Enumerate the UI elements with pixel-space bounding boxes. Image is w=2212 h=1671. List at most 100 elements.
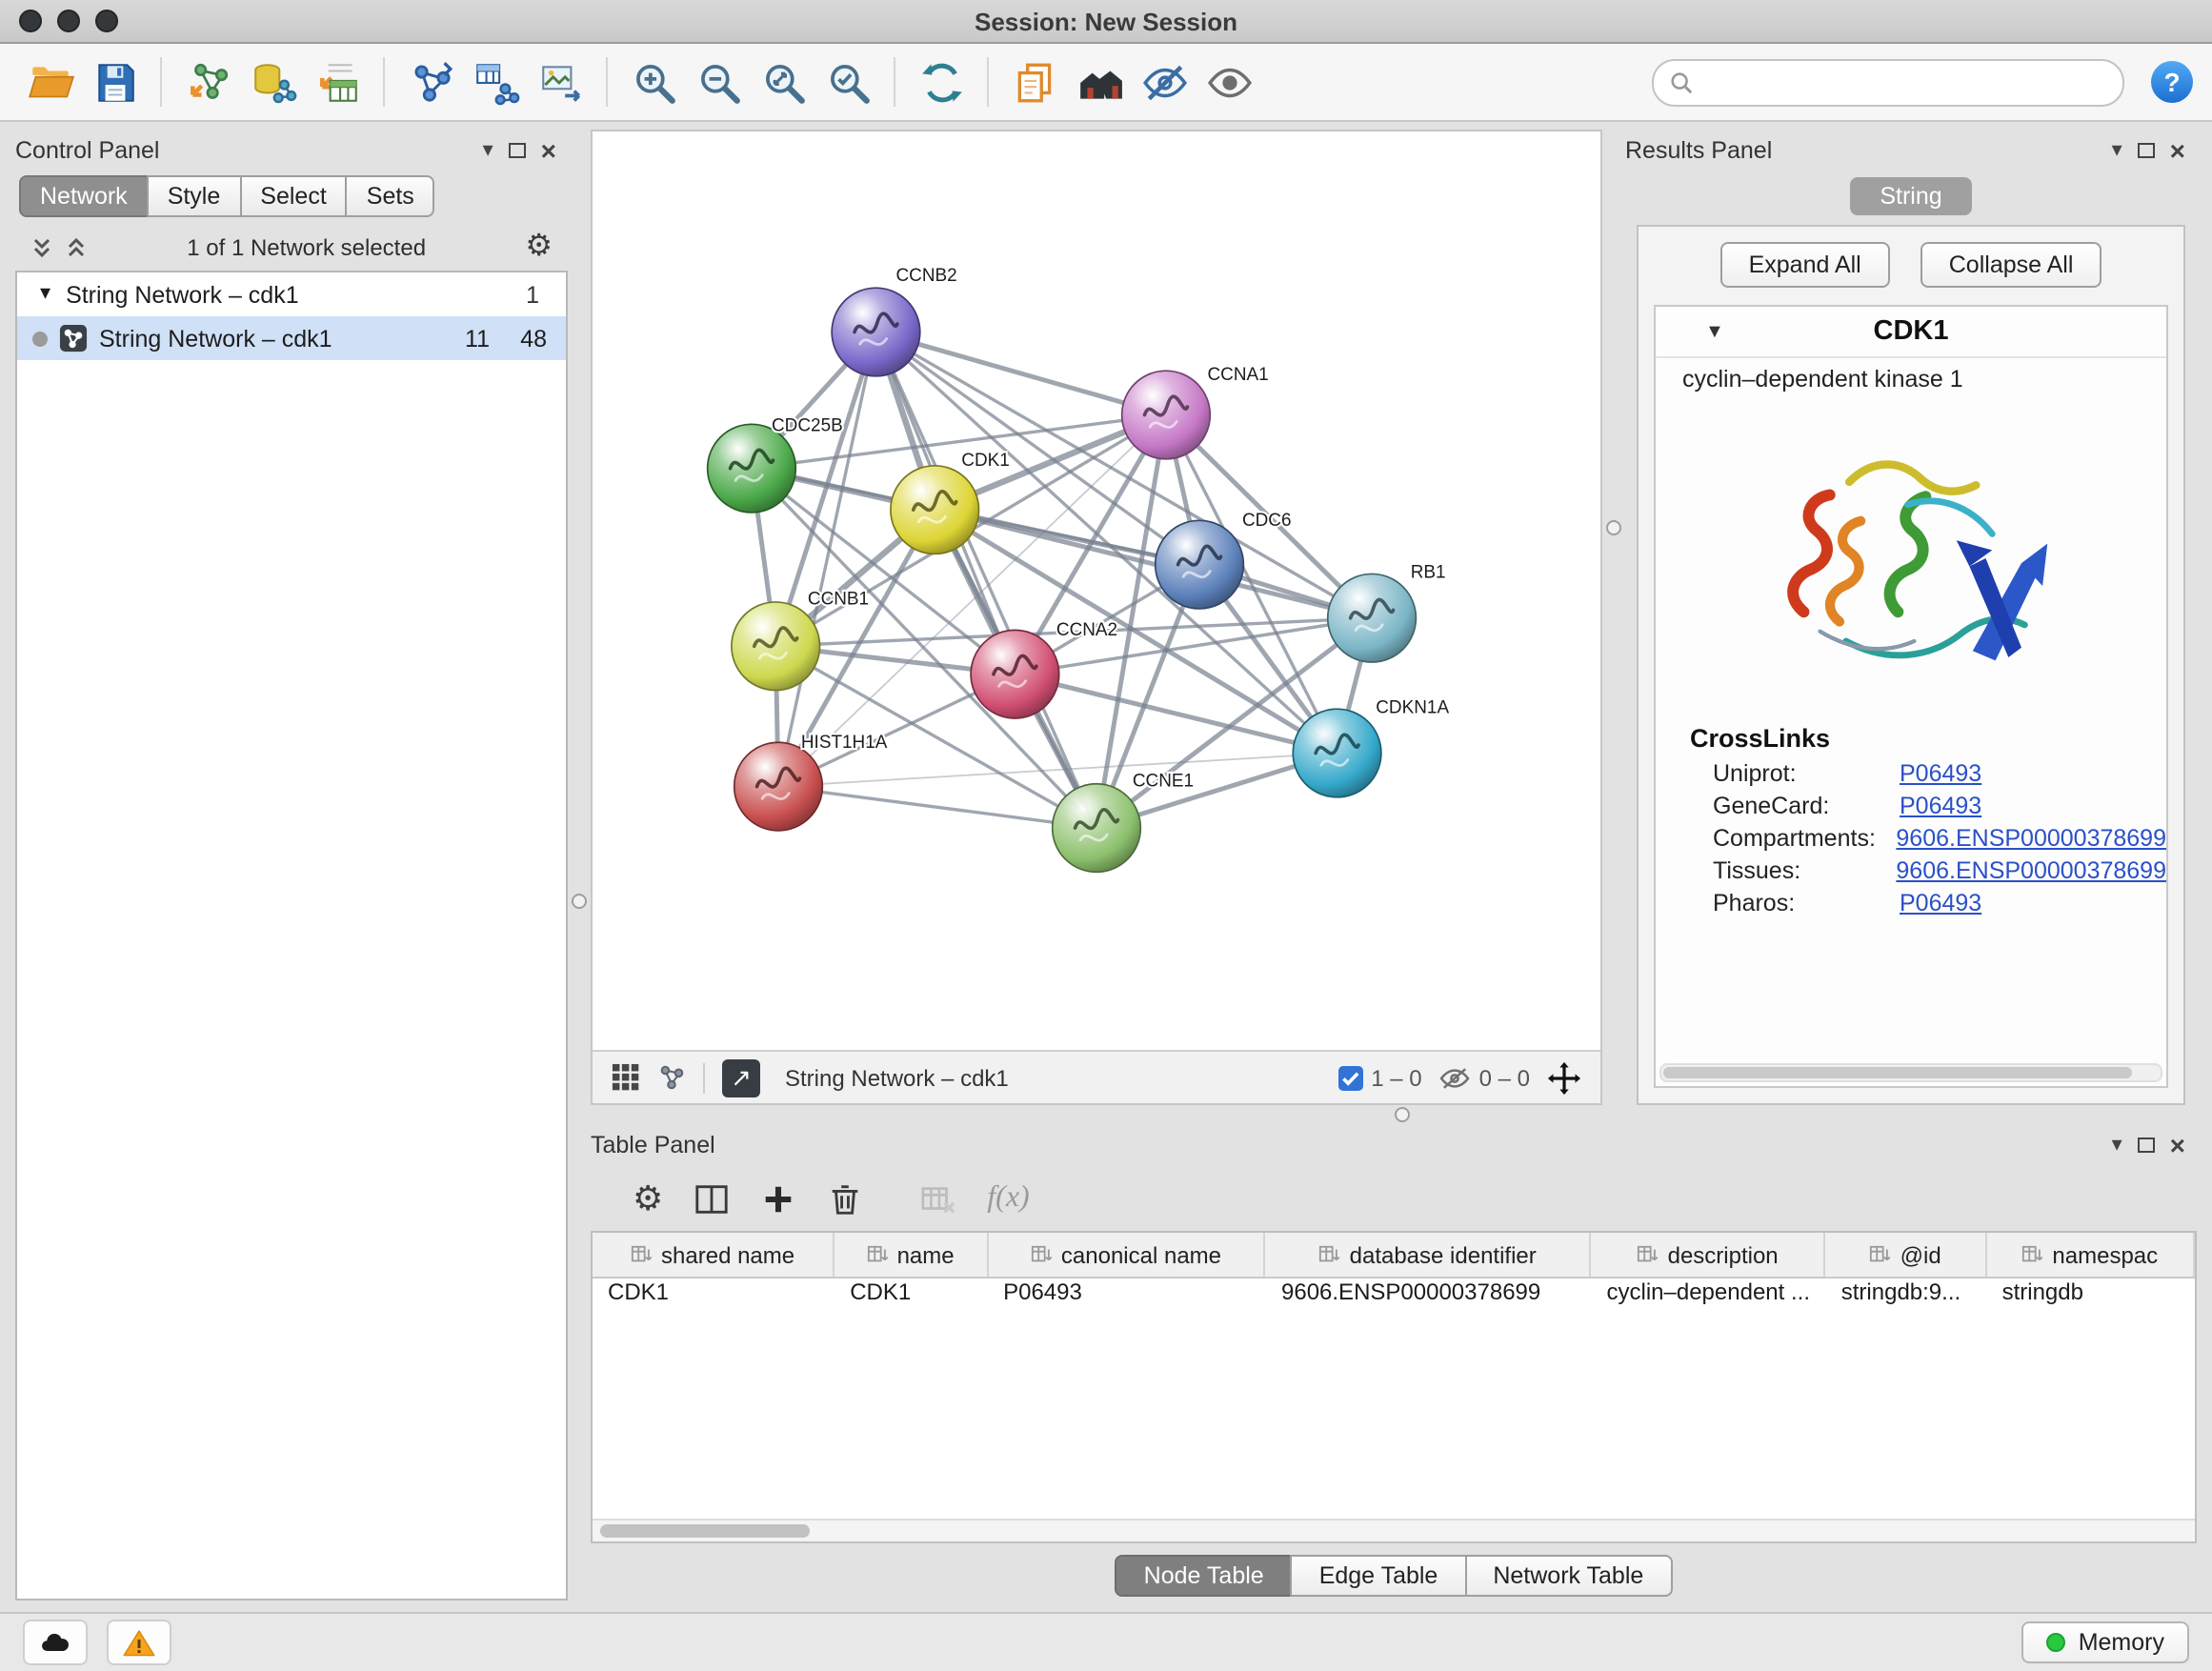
crosslink-genecard-link[interactable]: P06493 — [1900, 792, 1981, 818]
collapse-all-icon[interactable] — [65, 236, 88, 259]
splitter-handle[interactable] — [1394, 1107, 1409, 1122]
column-header-canonical-name[interactable]: canonical name — [988, 1233, 1266, 1277]
clone-network-button[interactable] — [465, 51, 526, 112]
expand-all-icon[interactable] — [30, 236, 53, 259]
hide-panels-button[interactable] — [1134, 51, 1195, 112]
table-horizontal-scrollbar[interactable] — [593, 1519, 2195, 1541]
node-CCNB2[interactable]: CCNB2 — [832, 266, 957, 376]
node-CDK1[interactable]: CDK1 — [891, 451, 1010, 554]
crosslink-uniprot-link[interactable]: P06493 — [1900, 759, 1981, 786]
network-canvas[interactable]: CCNB2CCNA1CDC25BCDK1CDC6RB1CCNB1CCNA2CDK… — [593, 131, 1600, 1050]
open-in-window-button[interactable]: ↗ — [722, 1058, 760, 1097]
splitter-handle[interactable] — [1606, 520, 1621, 535]
save-session-button[interactable] — [84, 51, 145, 112]
column-header-shared-name[interactable]: shared name — [593, 1233, 835, 1277]
network-graph[interactable]: CCNB2CCNA1CDC25BCDK1CDC6RB1CCNB1CCNA2CDK… — [593, 131, 1600, 1050]
open-session-button[interactable] — [19, 51, 80, 112]
edge-CCNB2-HIST1H1A[interactable] — [778, 332, 875, 786]
zoom-in-button[interactable] — [623, 51, 684, 112]
zoom-selected-button[interactable] — [817, 51, 878, 112]
session-home-button[interactable] — [1069, 51, 1130, 112]
column-header-database-identifier[interactable]: database identifier — [1266, 1233, 1592, 1277]
table-row[interactable]: CDK1CDK1P064939606.ENSP00000378699cyclin… — [593, 1278, 2195, 1305]
refresh-button[interactable] — [911, 51, 972, 112]
delete-table-icon-disabled — [920, 1180, 956, 1217]
column-header--id[interactable]: @id — [1826, 1233, 1987, 1277]
network-from-selection-button[interactable] — [400, 51, 461, 112]
crosslink-tissues-link[interactable]: 9606.ENSP00000378699 — [1896, 856, 2166, 883]
expand-all-button[interactable]: Expand All — [1720, 242, 1890, 288]
entry-collapse-icon[interactable]: ▼ — [1705, 321, 1724, 342]
network-overview-icon[interactable] — [657, 1063, 686, 1092]
tree-expander-icon[interactable]: ▾ — [40, 284, 50, 305]
panel-float-icon[interactable] — [2138, 143, 2155, 158]
scrollbar-thumb[interactable] — [1663, 1067, 2133, 1078]
column-header-name[interactable]: name — [835, 1233, 988, 1277]
edge-CCNB2-CCNE1[interactable] — [875, 332, 1096, 828]
entry-header[interactable]: ▼ CDK1 — [1656, 307, 2166, 358]
panel-menu-caret-icon[interactable]: ▾ — [483, 140, 493, 161]
zoom-out-button[interactable] — [688, 51, 749, 112]
edge-CCNE1-HIST1H1A[interactable] — [778, 787, 1096, 828]
warnings-button[interactable] — [107, 1620, 171, 1665]
node-CCNA1[interactable]: CCNA1 — [1122, 365, 1269, 459]
left-splitter[interactable] — [568, 130, 591, 1601]
zoom-fit-button[interactable] — [753, 51, 814, 112]
panel-float-icon[interactable] — [2138, 1137, 2155, 1153]
selected-counts: 1 – 0 — [1337, 1064, 1421, 1091]
cloud-button[interactable] — [23, 1620, 88, 1665]
scrollbar-thumb[interactable] — [600, 1524, 810, 1538]
help-button[interactable]: ? — [2151, 61, 2193, 103]
tab-sets[interactable]: Sets — [346, 175, 435, 217]
column-header-description[interactable]: description — [1592, 1233, 1826, 1277]
open-folder-icon — [26, 58, 73, 106]
column-header-namespac[interactable]: namespac — [1987, 1233, 2195, 1277]
tab-style[interactable]: Style — [147, 175, 242, 217]
network-collection-row[interactable]: ▾ String Network – cdk1 1 — [17, 272, 566, 316]
tab-network[interactable]: Network — [19, 175, 149, 217]
tab-node-table[interactable]: Node Table — [1116, 1554, 1293, 1596]
minimize-window-button[interactable] — [57, 10, 80, 32]
duplicate-window-button[interactable] — [1004, 51, 1065, 112]
import-table-button[interactable] — [307, 51, 368, 112]
network-row-selected[interactable]: String Network – cdk1 11 48 — [17, 316, 566, 360]
table-settings-gear-icon[interactable]: ⚙ — [633, 1181, 663, 1216]
crosslink-pharos-link[interactable]: P06493 — [1900, 889, 1981, 916]
export-image-button[interactable] — [530, 51, 591, 112]
fit-content-crosshair-icon[interactable] — [1547, 1060, 1581, 1095]
edge-CDK1-RB1[interactable] — [935, 510, 1372, 618]
import-network-file-button[interactable] — [177, 51, 238, 112]
eye-icon — [1205, 58, 1253, 106]
show-columns-icon[interactable] — [694, 1180, 730, 1217]
node-RB1[interactable]: RB1 — [1328, 563, 1446, 662]
panel-menu-caret-icon[interactable]: ▾ — [2112, 140, 2122, 161]
right-splitter[interactable] — [1602, 130, 1625, 1105]
panel-menu-caret-icon[interactable]: ▾ — [2112, 1135, 2122, 1156]
table-splitter[interactable] — [591, 1105, 2197, 1124]
node-label-CDK1: CDK1 — [961, 451, 1010, 471]
memory-button[interactable]: Memory — [2021, 1621, 2189, 1663]
grid-view-icon[interactable] — [612, 1063, 640, 1092]
panel-close-icon[interactable]: × — [541, 137, 556, 164]
delete-column-trash-icon[interactable] — [827, 1180, 863, 1217]
crosslink-compartments-link[interactable]: 9606.ENSP00000378699 — [1896, 824, 2166, 851]
panel-close-icon[interactable]: × — [2170, 137, 2185, 164]
control-panel-header: Control Panel ▾ × — [15, 130, 568, 171]
tab-select[interactable]: Select — [239, 175, 348, 217]
splitter-handle[interactable] — [572, 895, 587, 910]
results-horizontal-scrollbar[interactable] — [1659, 1063, 2162, 1082]
tab-string[interactable]: String — [1849, 177, 1972, 215]
gear-icon[interactable]: ⚙ — [525, 232, 553, 263]
show-panels-button[interactable] — [1198, 51, 1259, 112]
maximize-window-button[interactable] — [95, 10, 118, 32]
tab-edge-table[interactable]: Edge Table — [1291, 1554, 1467, 1596]
panel-close-icon[interactable]: × — [2170, 1132, 2185, 1158]
close-window-button[interactable] — [19, 10, 42, 32]
collapse-all-button[interactable]: Collapse All — [1920, 242, 2102, 288]
import-network-database-button[interactable] — [242, 51, 303, 112]
tab-network-table[interactable]: Network Table — [1464, 1554, 1672, 1596]
node-CCNB1[interactable]: CCNB1 — [732, 590, 869, 691]
panel-float-icon[interactable] — [509, 143, 526, 158]
search-input[interactable] — [1703, 67, 2107, 97]
add-column-icon[interactable] — [760, 1180, 796, 1217]
